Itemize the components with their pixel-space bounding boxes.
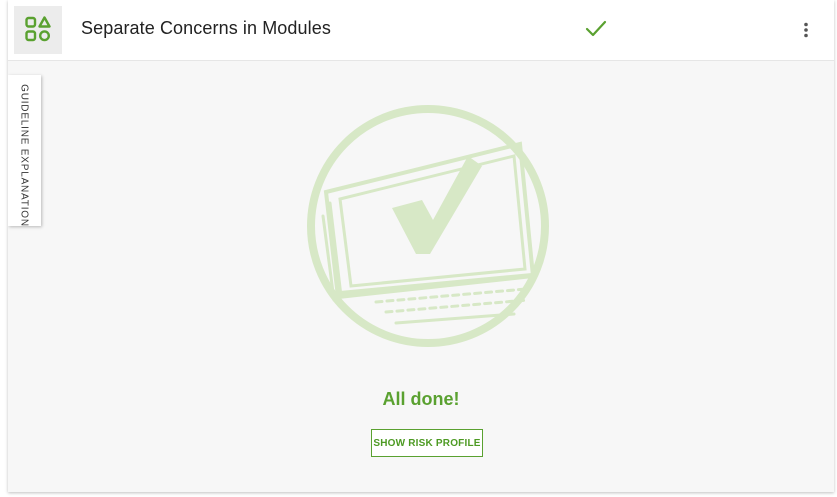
laptop-check-illustration: [307, 105, 549, 347]
guideline-card: Separate Concerns in Modules GUIDELINE E…: [8, 0, 834, 492]
modules-grid-icon: [25, 16, 51, 42]
card-header: Separate Concerns in Modules: [8, 0, 834, 61]
show-risk-profile-button[interactable]: SHOW RISK PROFILE: [371, 429, 483, 457]
more-vertical-icon: [804, 22, 808, 38]
guideline-explanation-label: GUIDELINE EXPLANATION: [18, 84, 30, 227]
status-message: All done!: [382, 389, 460, 409]
check-icon: [585, 20, 607, 37]
guideline-explanation-tab[interactable]: GUIDELINE EXPLANATION: [8, 75, 41, 227]
more-menu-button[interactable]: [798, 18, 816, 42]
module-icon-box: [14, 6, 62, 54]
page-title: Separate Concerns in Modules: [81, 18, 331, 38]
